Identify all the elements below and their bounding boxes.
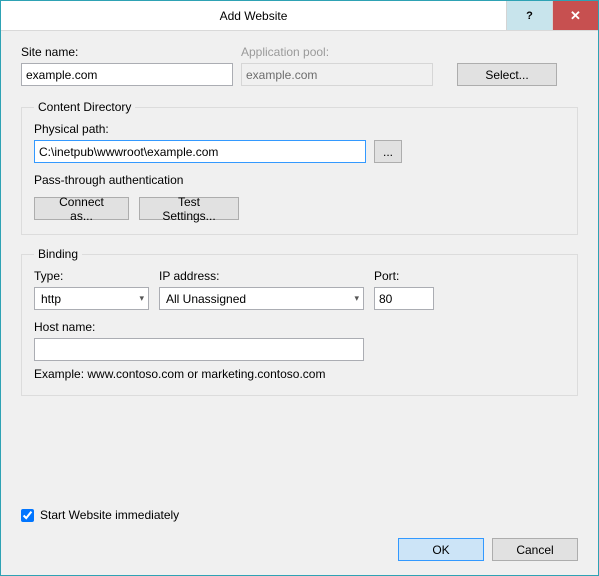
- host-name-label: Host name:: [34, 320, 565, 334]
- chevron-down-icon: ▾: [354, 293, 359, 304]
- dialog-footer: OK Cancel: [1, 528, 598, 575]
- type-select[interactable]: http ▾: [34, 287, 149, 310]
- binding-group: Binding Type: http ▾ IP address: All Una…: [21, 247, 578, 396]
- ellipsis-icon: ...: [383, 145, 393, 159]
- connect-as-button[interactable]: Connect as...: [34, 197, 129, 220]
- help-button[interactable]: ?: [506, 1, 552, 30]
- ip-address-select[interactable]: All Unassigned ▾: [159, 287, 364, 310]
- port-input[interactable]: [374, 287, 434, 310]
- ip-address-value: All Unassigned: [166, 292, 246, 306]
- port-label: Port:: [374, 269, 434, 283]
- physical-path-input[interactable]: [34, 140, 366, 163]
- titlebar: Add Website ? ✕: [1, 1, 598, 31]
- type-label: Type:: [34, 269, 149, 283]
- host-name-input[interactable]: [34, 338, 364, 361]
- close-button[interactable]: ✕: [552, 1, 598, 30]
- site-name-input[interactable]: [21, 63, 233, 86]
- type-value: http: [41, 292, 61, 306]
- physical-path-label: Physical path:: [34, 122, 565, 136]
- start-immediately-row: Start Website immediately: [1, 508, 598, 528]
- add-website-dialog: Add Website ? ✕ Site name: Application p…: [0, 0, 599, 576]
- window-title: Add Website: [1, 1, 506, 30]
- chevron-down-icon: ▾: [139, 293, 144, 304]
- content-directory-legend: Content Directory: [34, 100, 135, 114]
- app-pool-input: [241, 63, 433, 86]
- site-name-label: Site name:: [21, 45, 233, 59]
- browse-path-button[interactable]: ...: [374, 140, 402, 163]
- ip-address-label: IP address:: [159, 269, 364, 283]
- app-pool-label: Application pool:: [241, 45, 433, 59]
- content-directory-group: Content Directory Physical path: ... Pas…: [21, 100, 578, 235]
- host-name-example: Example: www.contoso.com or marketing.co…: [34, 367, 565, 381]
- start-immediately-checkbox[interactable]: [21, 509, 34, 522]
- start-immediately-label: Start Website immediately: [40, 508, 179, 522]
- ok-button[interactable]: OK: [398, 538, 484, 561]
- cancel-button[interactable]: Cancel: [492, 538, 578, 561]
- binding-legend: Binding: [34, 247, 82, 261]
- select-app-pool-button[interactable]: Select...: [457, 63, 557, 86]
- dialog-content: Site name: Application pool: Select... C…: [1, 31, 598, 508]
- test-settings-button[interactable]: Test Settings...: [139, 197, 239, 220]
- pass-through-label: Pass-through authentication: [34, 173, 565, 187]
